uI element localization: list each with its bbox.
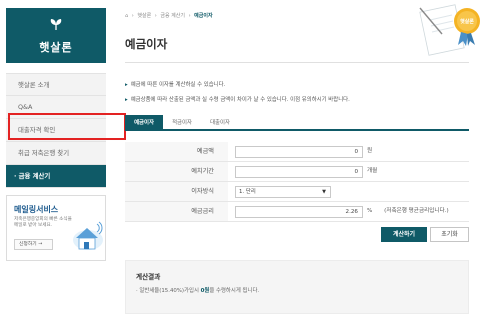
deposit-unit: 원	[367, 148, 373, 154]
page-title: 예금이자	[125, 37, 168, 51]
result-panel: 계산결과 · 일반세율(15.40%)가입시 0원을 수령하시게 됩니다.	[125, 260, 469, 314]
tab-savings-interest[interactable]: 적금이자	[163, 115, 201, 131]
breadcrumb-item[interactable]: 금융 계산기	[160, 13, 185, 19]
interest-form: 예금액 0 원 예치기간 0 개월 이자방식 1. 단리 ▼ 예금금리 2.26…	[125, 142, 469, 222]
sidebar: 햇살론 햇살론 소개 Q&A 대출자격 확인 취급 저축은행 찾기 · 금융 계…	[0, 0, 108, 323]
tab-loan-interest[interactable]: 대출이자	[201, 115, 239, 131]
highlight-box	[8, 113, 126, 140]
reset-button[interactable]: 초기화	[430, 227, 469, 242]
divider	[125, 62, 469, 63]
result-title: 계산결과	[136, 273, 161, 281]
main-content: ⌂ › 햇살론 › 금융 계산기 › 예금이자 햇살론 예금이자 ▸ 예금에 따른…	[112, 0, 500, 323]
promo-title: 메일링서비스	[14, 205, 59, 214]
sidebar-item-calculator[interactable]: · 금융 계산기	[6, 165, 106, 188]
result-suffix: 을 수령하시게 됩니다.	[209, 288, 260, 294]
result-text: · 일반세율(15.40%)가입시 0원을 수령하시게 됩니다.	[136, 286, 259, 294]
method-label: 이자방식	[125, 182, 228, 201]
result-prefix: · 일반세율(15.40%)가입시	[136, 288, 201, 294]
badge-label: 햇살론	[460, 18, 474, 25]
promo-description: 저축은행중앙회의 빠른 소식을 메일로 받아 보세요.	[14, 217, 72, 228]
notice-line: ▸ 예금상품에 따라 산출된 금액과 실 수령 금액이 차이가 날 수 있습니다.…	[125, 95, 350, 103]
form-row-method: 이자방식 1. 단리 ▼	[125, 182, 469, 202]
calculator-tabs: 예금이자 적금이자 대출이자	[125, 115, 469, 131]
notice-text: 예금상품에 따라 산출된 금액과 실 수령 금액이 차이가 날 수 있습니다. …	[130, 97, 350, 103]
form-row-rate: 예금금리 2.26 % (저축은행 평균금리입니다.)	[125, 202, 469, 222]
breadcrumb-separator: ›	[188, 13, 191, 19]
home-icon[interactable]: ⌂	[125, 13, 128, 19]
period-label: 예치기간	[125, 162, 228, 181]
rate-unit-symbol: %	[367, 208, 373, 214]
arrow-bullet-icon: ▸	[125, 97, 128, 103]
breadcrumb-current: 예금이자	[194, 13, 213, 19]
notice-text: 예금에 따른 이자를 계산하실 수 있습니다.	[130, 82, 226, 88]
breadcrumb-separator: ›	[131, 13, 134, 19]
rate-unit: % (저축은행 평균금리입니다.)	[367, 202, 449, 221]
breadcrumb: ⌂ › 햇살론 › 금융 계산기 › 예금이자	[125, 12, 215, 19]
logo[interactable]: 햇살론	[6, 8, 106, 63]
interest-rate-input[interactable]: 2.26	[235, 206, 363, 218]
leaf-icon	[50, 19, 62, 30]
notice-line: ▸ 예금에 따른 이자를 계산하실 수 있습니다.	[125, 80, 225, 88]
interest-method-select[interactable]: 1. 단리 ▼	[235, 186, 331, 198]
deposit-amount-input[interactable]: 0	[235, 146, 363, 158]
period-unit: 개월	[367, 168, 378, 174]
form-row-deposit: 예금액 0 원	[125, 142, 469, 162]
breadcrumb-item[interactable]: 햇살론	[137, 13, 151, 19]
mailing-house-icon	[73, 221, 103, 250]
brand-name: 햇살론	[39, 41, 73, 54]
form-row-period: 예치기간 0 개월	[125, 162, 469, 182]
mailing-promo: 메일링서비스 저축은행중앙회의 빠른 소식을 메일로 받아 보세요. 신청하기 …	[6, 195, 106, 261]
certificate-badge-icon: 햇살론	[419, 4, 480, 56]
sidebar-item-intro[interactable]: 햇살론 소개	[6, 73, 106, 96]
tab-deposit-interest[interactable]: 예금이자	[125, 115, 163, 131]
breadcrumb-separator: ›	[154, 13, 157, 19]
arrow-bullet-icon: ▸	[125, 82, 128, 88]
rate-note: (저축은행 평균금리입니다.)	[384, 208, 449, 214]
period-input[interactable]: 0	[235, 166, 363, 178]
rate-label: 예금금리	[125, 202, 228, 221]
selected-method: 1. 단리	[239, 189, 256, 195]
dropdown-arrow-icon: ▼	[322, 189, 326, 195]
mailing-subscribe-button[interactable]: 신청하기 →	[14, 239, 53, 250]
calculate-button[interactable]: 계산하기	[381, 227, 427, 242]
sidebar-item-find-bank[interactable]: 취급 저축은행 찾기	[6, 142, 106, 165]
deposit-label: 예금액	[125, 142, 228, 161]
